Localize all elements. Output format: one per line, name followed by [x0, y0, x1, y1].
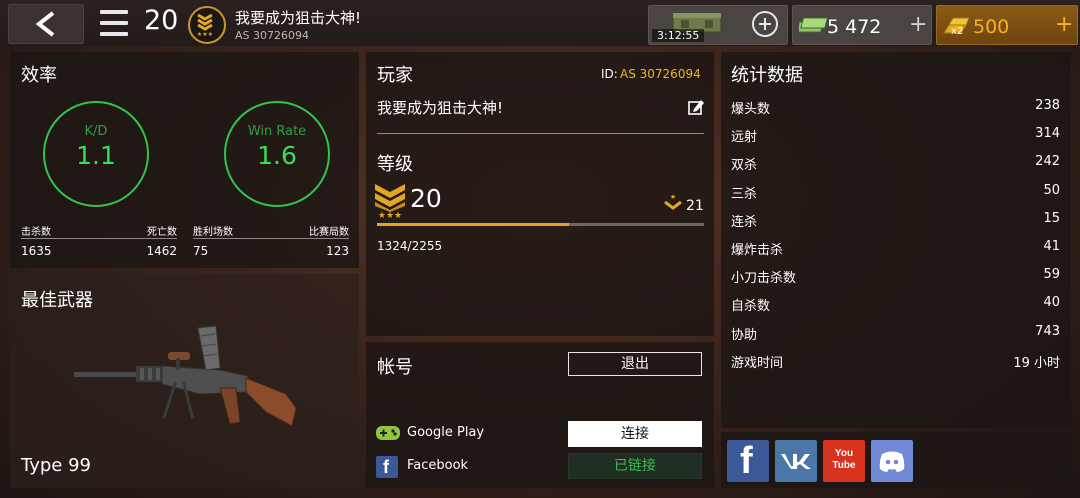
- matches-value: 123: [326, 244, 349, 258]
- stat-value: 314: [1035, 126, 1060, 141]
- edit-name-icon[interactable]: [688, 99, 704, 115]
- stat-label: 三杀: [731, 187, 758, 202]
- stat-value: 50: [1043, 183, 1060, 198]
- kills-divider: [21, 238, 177, 239]
- matches-label: 比赛局数: [309, 227, 349, 238]
- xp-progress-fill: [377, 223, 569, 226]
- facebook-small-icon: f: [376, 456, 398, 478]
- youtube-icon[interactable]: You Tube: [823, 440, 865, 482]
- svg-text:★★★: ★★★: [378, 211, 402, 218]
- svg-text:★★★: ★★★: [197, 31, 213, 38]
- crate-timer: 3:12:55: [652, 29, 705, 42]
- kills-label: 击杀数: [21, 227, 51, 238]
- back-arrow-icon: [35, 11, 55, 37]
- player-name: 我要成为狙击大神!: [377, 99, 504, 117]
- player-level: 20: [144, 5, 179, 36]
- level-title: 等级: [377, 154, 413, 175]
- xp-text: 1324/2255: [377, 239, 443, 253]
- rank-badge-icon: ★★★: [188, 6, 226, 44]
- google-connect-button[interactable]: 连接: [568, 421, 702, 447]
- svg-text:★: ★: [670, 193, 676, 201]
- player-title: 玩家: [377, 65, 413, 86]
- statistics-title: 统计数据: [731, 65, 803, 86]
- stat-value: 238: [1035, 98, 1060, 113]
- cash-box[interactable]: 5 472 +: [792, 5, 932, 45]
- stat-label: 连杀: [731, 215, 758, 230]
- google-play-label: Google Play: [407, 425, 485, 440]
- add-crate-icon[interactable]: [752, 11, 778, 37]
- machine-gun-icon: [74, 325, 297, 427]
- wins-value: 75: [193, 244, 209, 258]
- stat-label: 远射: [731, 130, 758, 145]
- best-weapon-title: 最佳武器: [21, 290, 93, 311]
- stat-value: 19 小时: [1013, 356, 1060, 371]
- stat-value: 41: [1043, 239, 1060, 254]
- vk-icon[interactable]: [775, 440, 817, 482]
- facebook-icon[interactable]: f: [727, 440, 769, 482]
- cash-icon: [799, 17, 829, 33]
- efficiency-title: 效率: [21, 65, 57, 86]
- stat-value: 242: [1035, 154, 1060, 169]
- discord-icon[interactable]: [871, 440, 913, 482]
- top-player-name: 我要成为狙击大神!: [235, 9, 362, 27]
- kd-label: K/D: [84, 124, 108, 139]
- wins-label: 胜利场数: [193, 227, 233, 238]
- next-level-value: 21: [686, 198, 704, 214]
- add-cash-icon[interactable]: +: [909, 12, 927, 37]
- player-id-value: AS 30726094: [620, 67, 701, 81]
- kills-value: 1635: [21, 244, 52, 258]
- stat-value: 15: [1043, 211, 1060, 226]
- stat-value: 59: [1043, 267, 1060, 282]
- wins-divider: [193, 238, 349, 239]
- logout-button[interactable]: 退出: [568, 352, 702, 376]
- player-divider: [377, 133, 704, 134]
- stat-label: 协助: [731, 328, 758, 343]
- top-player-tag: AS 30726094: [235, 29, 309, 42]
- kd-value: 1.1: [76, 141, 116, 170]
- cash-amount: 5 472: [827, 16, 882, 38]
- stat-label: 爆炸击杀: [731, 243, 784, 258]
- deaths-label: 死亡数: [147, 227, 177, 238]
- gold-multiplier: x2: [951, 26, 964, 37]
- gold-amount: 500: [973, 16, 1010, 38]
- xp-progress-bar: [377, 223, 704, 226]
- winrate-value: 1.6: [257, 141, 297, 170]
- back-button[interactable]: [8, 4, 84, 44]
- best-weapon-name: Type 99: [21, 455, 91, 476]
- winrate-label: Win Rate: [247, 124, 307, 139]
- player-id-label: ID:: [601, 67, 618, 81]
- next-rank-icon: ★: [664, 193, 682, 210]
- stat-label: 自杀数: [731, 299, 771, 314]
- youtube-text: You Tube: [832, 448, 856, 471]
- gold-box[interactable]: x2 500 +: [936, 5, 1078, 45]
- stat-value: 743: [1035, 324, 1060, 339]
- rank-chevron-icon: ★★★: [375, 184, 405, 218]
- stat-label: 游戏时间: [731, 356, 784, 371]
- stat-value: 40: [1043, 295, 1060, 310]
- facebook-label: Facebook: [407, 458, 469, 473]
- stat-label: 小刀击杀数: [731, 271, 797, 286]
- deaths-value: 1462: [146, 244, 177, 258]
- facebook-linked-button[interactable]: 已链接: [568, 453, 702, 479]
- player-level-value: 20: [410, 184, 442, 213]
- stat-label: 爆头数: [731, 102, 771, 117]
- add-gold-icon[interactable]: +: [1055, 12, 1073, 37]
- stat-label: 双杀: [731, 158, 758, 173]
- menu-icon[interactable]: [100, 10, 128, 36]
- account-title: 帐号: [377, 357, 413, 378]
- gamepad-icon: [376, 426, 400, 440]
